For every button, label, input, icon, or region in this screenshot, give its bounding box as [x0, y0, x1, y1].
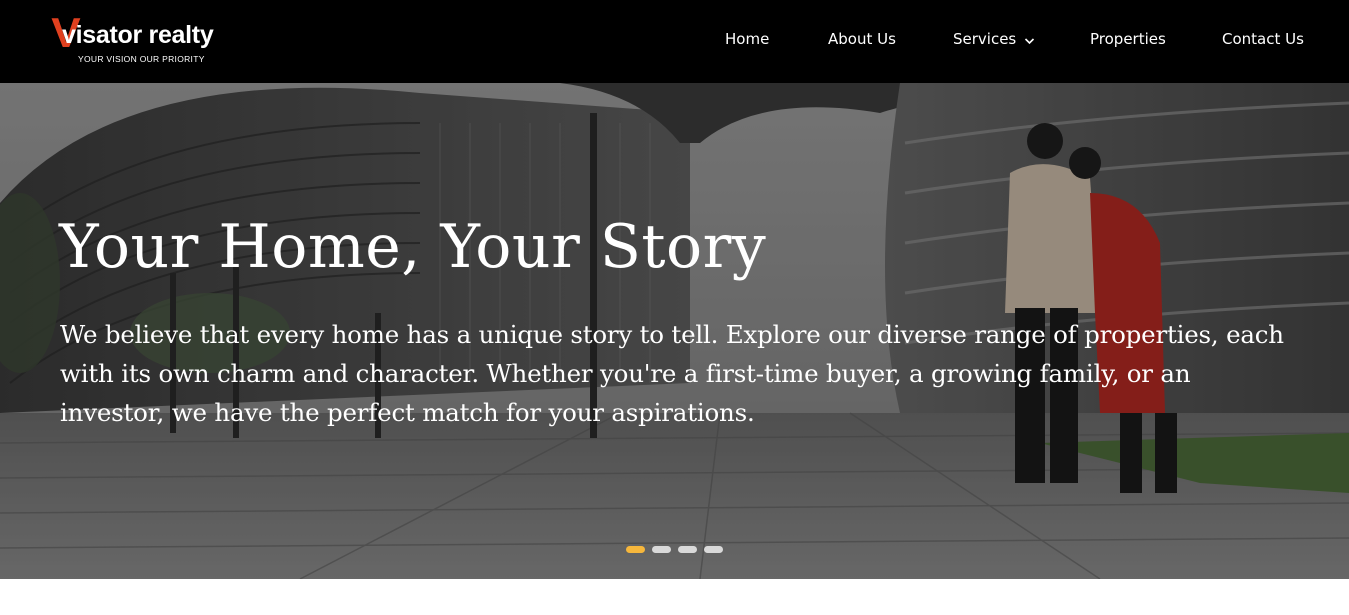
chevron-down-icon: [1024, 29, 1035, 51]
hero-slider: Your Home, Your Story We believe that ev…: [0, 83, 1349, 579]
hero-title: Your Home, Your Story: [59, 212, 767, 282]
slider-dot-3[interactable]: [678, 546, 697, 553]
nav-services-label: Services: [953, 30, 1017, 48]
nav-contact-us[interactable]: Contact Us: [1222, 28, 1304, 50]
main-nav: Home About Us Services Properties Contac…: [0, 0, 1349, 83]
nav-about-us[interactable]: About Us: [828, 28, 896, 50]
nav-properties[interactable]: Properties: [1090, 28, 1166, 50]
slider-dot-2[interactable]: [652, 546, 671, 553]
site-header: V visator realty YOUR VISION OUR PRIORIT…: [0, 0, 1349, 83]
hero-description: We believe that every home has a unique …: [60, 320, 1284, 427]
slider-dot-4[interactable]: [704, 546, 723, 553]
nav-services[interactable]: Services: [953, 28, 1035, 50]
nav-home[interactable]: Home: [725, 28, 769, 50]
slider-dot-1[interactable]: [626, 546, 645, 553]
slider-pagination: [626, 546, 726, 553]
